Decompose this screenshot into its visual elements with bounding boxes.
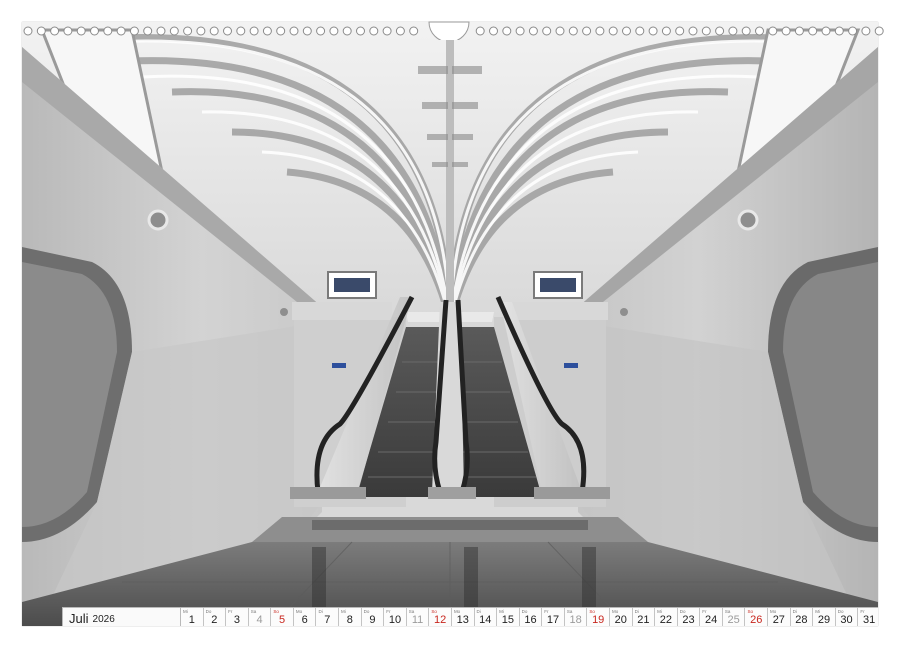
day-number: 17 (546, 614, 560, 626)
day-number: 27 (772, 614, 785, 626)
day-cell: Mo 6 (293, 608, 317, 626)
day-cell: Mo 13 (451, 608, 475, 626)
day-cell: So 5 (271, 608, 294, 626)
day-number: 9 (369, 614, 376, 626)
day-number: 25 (727, 614, 740, 626)
day-cell: Do 2 (203, 608, 227, 626)
day-cell: Fr 31 (858, 608, 878, 626)
day-number: 6 (301, 614, 308, 626)
day-cell: Mi 8 (339, 608, 362, 626)
month-name: Juli (69, 610, 89, 626)
day-cell: Do 16 (519, 608, 543, 626)
day-cell: Do 30 (835, 608, 859, 626)
day-number: 2 (211, 614, 218, 626)
day-number: 23 (682, 614, 695, 626)
day-number: 28 (795, 614, 808, 626)
escalator-hall-photo (22, 22, 878, 626)
day-number: 15 (501, 614, 514, 626)
day-cell: Mi 22 (655, 608, 678, 626)
day-cell: Do 23 (677, 608, 701, 626)
day-number: 30 (840, 614, 853, 626)
calendar-strip: Juli 2026 Mi 1 Do 2 Fr 3 Sa 4 So 5 Mo 6 Di 7 Mi 8 Do 9 Fr 1… (62, 607, 878, 626)
day-cells: Mi 1 Do 2 Fr 3 Sa 4 So 5 Mo 6 Di 7 Mi 8 Do 9 Fr 10 Sa 11 So 12 M… (181, 608, 878, 626)
calendar-page: Juli 2026 Mi 1 Do 2 Fr 3 Sa 4 So 5 Mo 6 Di 7 Mi 8 Do 9 Fr 1… (22, 22, 878, 626)
day-cell: Mi 15 (497, 608, 520, 626)
day-cell: Sa 11 (406, 608, 430, 626)
day-cell: So 12 (429, 608, 452, 626)
day-cell: So 19 (587, 608, 610, 626)
day-number: 21 (637, 614, 650, 626)
day-cell: Fr 3 (226, 608, 249, 626)
day-number: 24 (704, 614, 718, 626)
day-number: 26 (750, 614, 763, 626)
day-number: 11 (411, 614, 424, 626)
day-cell: Mi 1 (181, 608, 204, 626)
day-number: 13 (456, 614, 469, 626)
day-cell: Mi 29 (813, 608, 836, 626)
day-number: 4 (256, 614, 263, 626)
day-number: 1 (188, 614, 195, 626)
day-number: 8 (346, 614, 353, 626)
day-cell: Do 9 (361, 608, 385, 626)
day-cell: Mo 20 (609, 608, 633, 626)
day-number: 10 (388, 614, 402, 626)
day-number: 22 (659, 614, 673, 626)
day-cell: Sa 4 (248, 608, 272, 626)
day-cell: Mo 27 (768, 608, 791, 626)
day-number: 3 (233, 614, 240, 626)
day-number: 19 (592, 614, 605, 626)
day-number: 12 (434, 614, 447, 626)
day-number: 5 (279, 614, 286, 626)
day-cell: Di 28 (790, 608, 814, 626)
day-number: 20 (614, 614, 627, 626)
day-cell: Sa 25 (722, 608, 746, 626)
day-number: 7 (324, 614, 331, 626)
day-cell: Fr 24 (700, 608, 723, 626)
day-number: 14 (479, 614, 492, 626)
day-cell: Fr 17 (542, 608, 565, 626)
day-cell: So 26 (745, 608, 769, 626)
day-cell: Sa 18 (564, 608, 588, 626)
day-cell: Di 14 (474, 608, 498, 626)
day-cell: Di 21 (632, 608, 656, 626)
day-cell: Di 7 (316, 608, 340, 626)
day-number: 29 (817, 614, 831, 626)
month-label: Juli 2026 (63, 608, 181, 626)
day-number: 16 (524, 614, 537, 626)
year-label: 2026 (92, 613, 115, 625)
day-number: 18 (569, 614, 582, 626)
day-cell: Fr 10 (384, 608, 407, 626)
day-number: 31 (863, 614, 876, 626)
